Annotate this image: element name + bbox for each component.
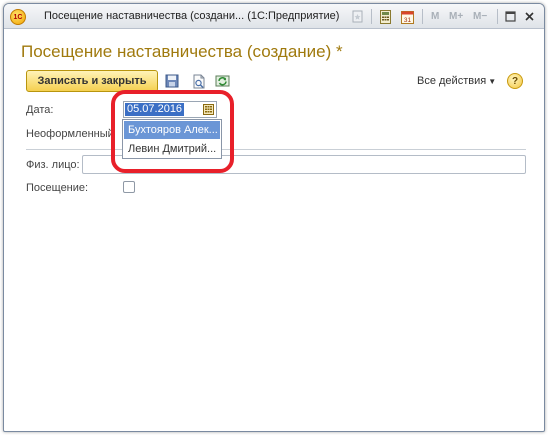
form-window: 1С Посещение наставничества (создани... …: [3, 3, 545, 432]
memory-plus-button[interactable]: M+: [449, 11, 463, 22]
refresh-icon[interactable]: [214, 73, 230, 89]
title-bar: 1С Посещение наставничества (создани... …: [4, 4, 544, 29]
calendar-day-text: 31: [404, 17, 412, 24]
maximize-icon[interactable]: [503, 9, 518, 24]
chevron-down-icon: ▼: [488, 77, 497, 86]
toolbar-separator: [371, 9, 372, 24]
help-icon[interactable]: ?: [507, 73, 523, 89]
person-label: Физ. лицо:: [26, 159, 80, 171]
close-icon[interactable]: [522, 9, 537, 24]
date-value: 05.07.2016: [125, 103, 185, 116]
print-preview-icon[interactable]: [191, 73, 207, 89]
calculator-icon[interactable]: [378, 9, 393, 24]
favorites-icon[interactable]: [350, 9, 365, 24]
toolbar-separator: [497, 9, 498, 24]
visit-label: Посещение:: [26, 182, 89, 194]
form-title: Посещение наставничества (создание) *: [21, 42, 343, 61]
date-label: Дата:: [26, 104, 54, 116]
memory-button[interactable]: M: [431, 11, 439, 22]
memory-minus-button[interactable]: M−: [473, 11, 487, 22]
all-actions-label: Все действия: [417, 75, 487, 87]
dropdown-item-buhtoyarov[interactable]: Бухтояров Алек...: [124, 121, 220, 139]
person-suggestions-dropdown: Бухтояров Алек... Левин Дмитрий...: [122, 119, 222, 159]
section-divider: [26, 149, 526, 150]
visit-checkbox[interactable]: [123, 181, 135, 193]
save-icon[interactable]: [164, 73, 180, 89]
unformalized-label: Неоформленный: [26, 128, 114, 140]
date-input[interactable]: 05.07.2016: [123, 101, 217, 118]
save-and-close-button[interactable]: Записать и закрыть: [26, 70, 158, 92]
app-logo-icon[interactable]: 1С: [10, 9, 26, 25]
toolbar-separator: [422, 9, 423, 24]
dropdown-item-levin[interactable]: Левин Дмитрий...: [124, 140, 220, 158]
all-actions-menu[interactable]: Все действия ▼: [417, 75, 496, 87]
date-picker-icon[interactable]: [202, 103, 215, 116]
calendar-icon[interactable]: 31: [400, 9, 415, 24]
window-title: Посещение наставничества (создани... (1С…: [44, 10, 340, 22]
